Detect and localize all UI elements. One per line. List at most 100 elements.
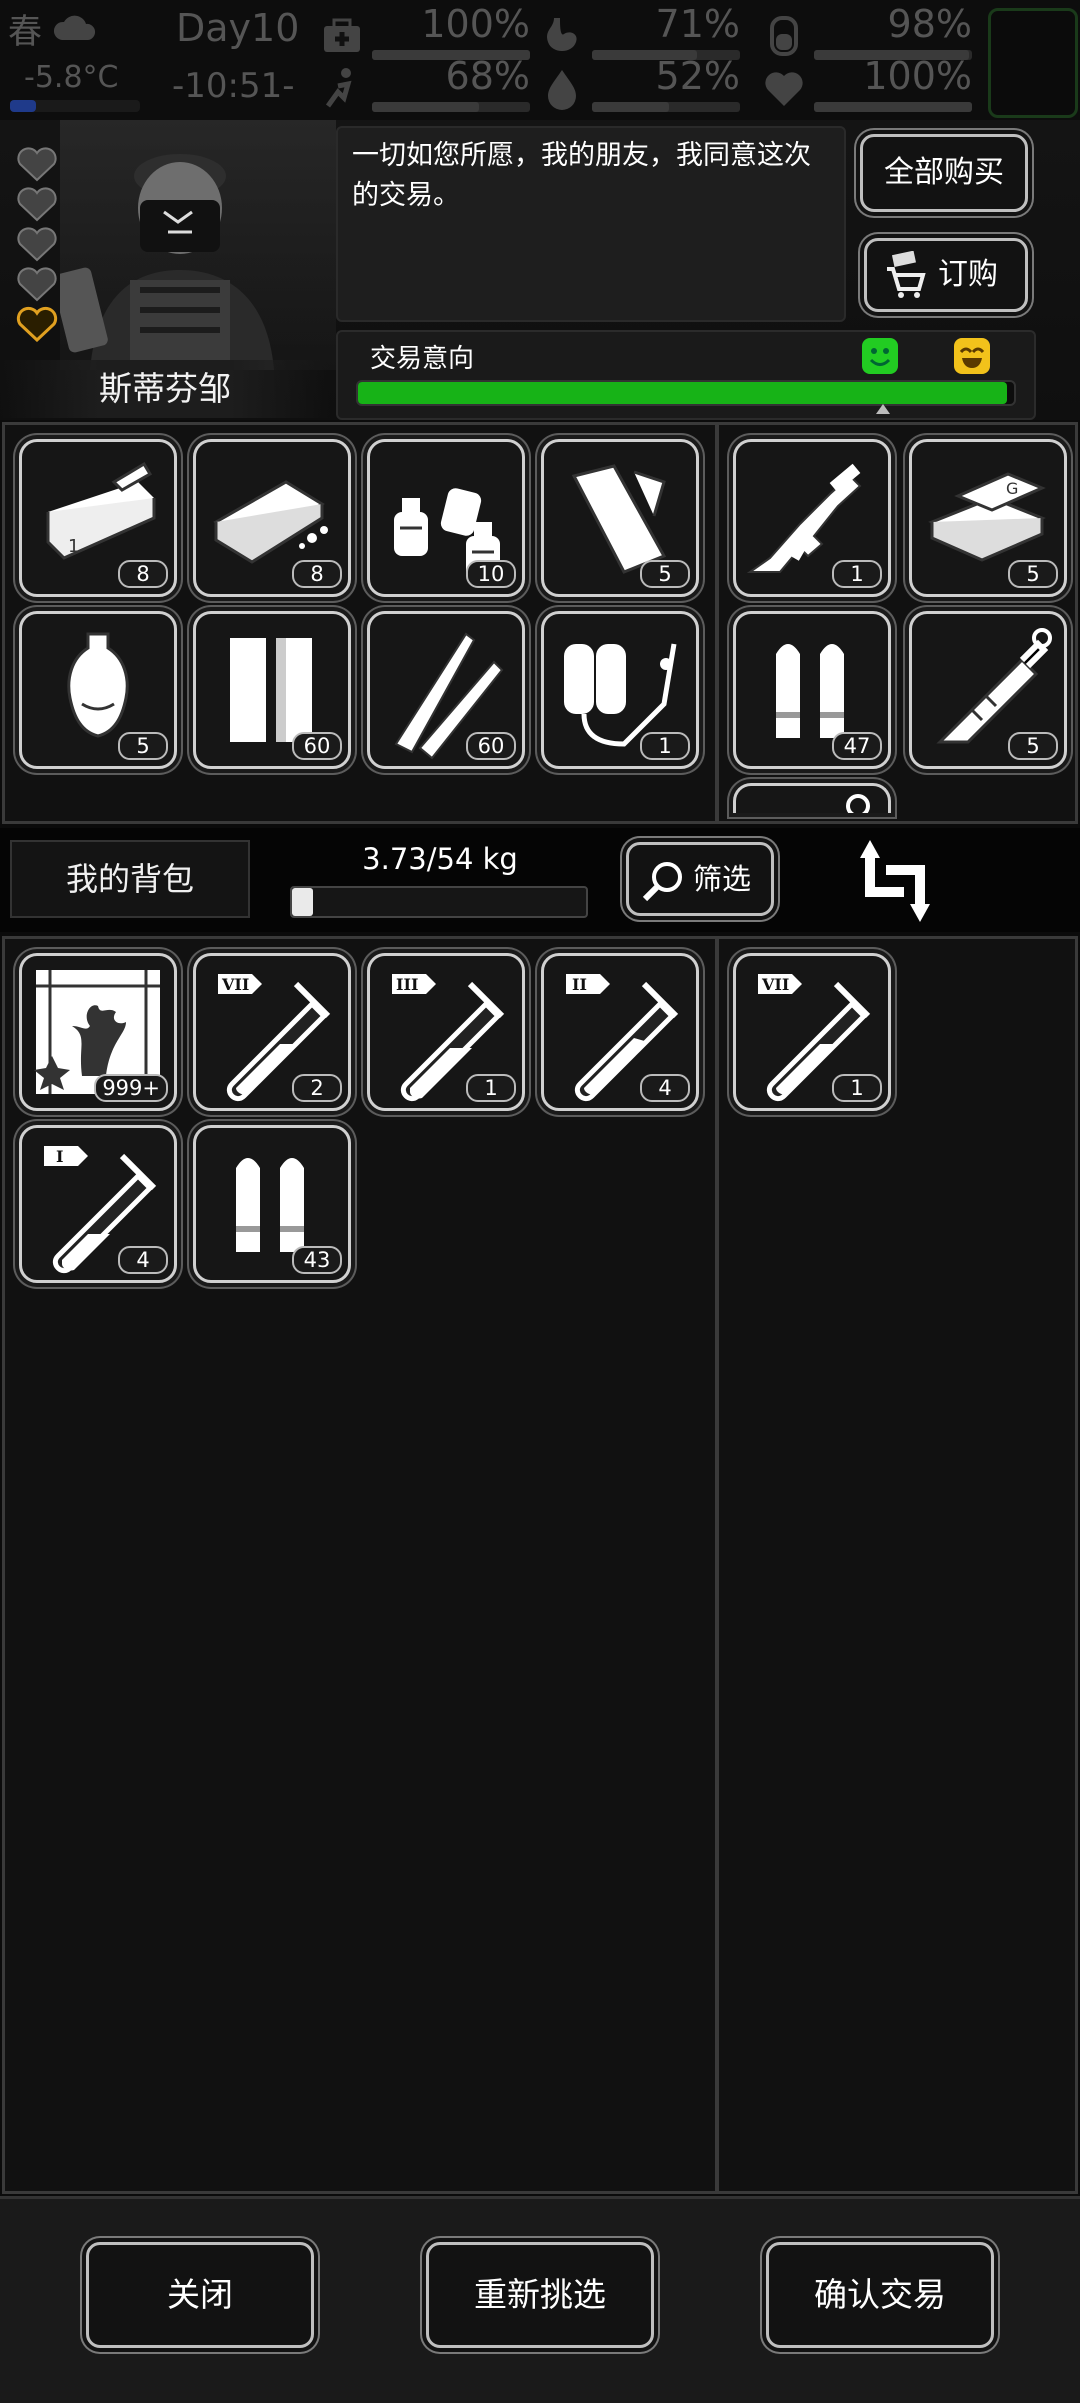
partial-item-icon (846, 794, 870, 813)
yellow-smiley-icon (954, 338, 990, 374)
water-drop-icon (548, 70, 576, 110)
heart-active-icon (16, 306, 58, 342)
offer-item-slot[interactable]: 5 (909, 611, 1067, 769)
intent-bar (356, 380, 1016, 406)
close-button[interactable]: 关闭 (86, 2242, 314, 2348)
bag-item-slot[interactable]: 43 (193, 1125, 351, 1283)
item-count: 47 (832, 732, 882, 760)
trader-dialog: 一切如您所愿，我的朋友，我同意这次的交易。 (336, 126, 846, 322)
offer-item-slot[interactable] (733, 783, 891, 813)
season-indicator: 春 (8, 4, 98, 54)
confirm-label: 确认交易 (814, 2275, 946, 2314)
my-offer-panel[interactable]: VII 1 (716, 936, 1078, 2194)
tier-label: VII (761, 975, 789, 994)
minimap-button[interactable] (988, 8, 1078, 118)
stat-value: 52% (655, 54, 740, 98)
heart-icon (17, 147, 57, 182)
tier-label: VII (221, 975, 249, 994)
item-count: 5 (640, 560, 690, 588)
bag-item-slot[interactable]: III 1 (367, 953, 525, 1111)
stat-value: 68% (445, 54, 530, 98)
trader-item-slot[interactable]: 60 (193, 611, 351, 769)
cloud-icon (53, 15, 96, 40)
item-count: 60 (466, 732, 516, 760)
buy-all-label: 全部购买 (884, 155, 1004, 190)
stat-thirst: 52% (540, 54, 740, 114)
cart-icon (887, 251, 926, 298)
item-count: 4 (118, 1246, 168, 1274)
svg-text:G: G (1006, 479, 1018, 498)
weight-label: 3.73/54 kg (362, 842, 518, 876)
bladder-icon (770, 16, 798, 56)
close-label: 关闭 (167, 2275, 233, 2314)
item-count: 999+ (94, 1074, 168, 1102)
item-count: 4 (640, 1074, 690, 1102)
item-count: 1 (466, 1074, 516, 1102)
swap-arrows-icon[interactable] (856, 836, 936, 926)
reselect-button[interactable]: 重新挑选 (426, 2242, 654, 2348)
tier-label: I (56, 1147, 63, 1166)
buy-all-button[interactable]: 全部购买 (860, 134, 1028, 212)
filter-label: 筛选 (692, 862, 751, 896)
item-count: 10 (466, 560, 516, 588)
heart-icon (17, 227, 57, 262)
heart-icon (765, 72, 803, 106)
trader-item-slot[interactable]: 1 (541, 611, 699, 769)
trader-portrait (60, 120, 336, 370)
trust-hearts (0, 144, 70, 374)
reselect-label: 重新挑选 (474, 2275, 606, 2314)
intent-label: 交易意向 (370, 344, 475, 374)
item-count: 5 (1008, 560, 1058, 588)
stat-mood: 100% (762, 54, 972, 114)
trader-item-slot[interactable]: 1 8 (19, 439, 177, 597)
stomach-icon (547, 18, 577, 51)
order-label: 订购 (938, 257, 998, 292)
time-label: -10:51- (172, 66, 295, 106)
weight-bar (290, 886, 588, 918)
tier-label: III (396, 975, 418, 994)
season-label: 春 (8, 12, 42, 52)
item-count: 5 (1008, 732, 1058, 760)
offer-item-slot[interactable]: VII 1 (733, 953, 891, 1111)
trader-inventory-panel[interactable]: 1 8 8 10 5 5 60 60 1 (2, 422, 718, 824)
item-count: 43 (292, 1246, 342, 1274)
intent-marker (876, 404, 890, 414)
stat-value: 98% (887, 2, 972, 46)
trader-item-slot[interactable]: 8 (193, 439, 351, 597)
bag-item-slot[interactable]: II 4 (541, 953, 699, 1111)
magnifier-icon (642, 862, 682, 902)
trader-offer-panel[interactable]: 1 G 5 47 5 (716, 422, 1078, 824)
bag-weight: 3.73/54 kg (290, 842, 590, 922)
trader-item-slot[interactable]: 10 (367, 439, 525, 597)
running-icon (325, 68, 352, 108)
stat-stamina: 68% (320, 54, 530, 114)
confirm-trade-button[interactable]: 确认交易 (766, 2242, 994, 2348)
trade-intent: 交易意向 (336, 330, 1036, 420)
stat-value: 71% (655, 2, 740, 46)
my-bag-tab[interactable]: 我的背包 (10, 840, 250, 918)
bag-item-slot[interactable]: VII 2 (193, 953, 351, 1111)
my-bag-panel[interactable]: 999+ VII 2 III 1 II 4 I 4 43 (2, 936, 718, 2194)
item-count: 2 (292, 1074, 342, 1102)
filter-button[interactable]: 筛选 (626, 842, 774, 916)
status-bar: 春 -5.8°C Day10 -10:51- 100% 71% 98% 68% … (0, 0, 1080, 120)
order-button[interactable]: 订购 (864, 238, 1028, 312)
bag-item-slot[interactable]: I 4 (19, 1125, 177, 1283)
stat-value: 100% (421, 2, 530, 46)
temperature: -5.8°C (24, 60, 119, 95)
trader-item-slot[interactable]: 60 (367, 611, 525, 769)
svg-text:1: 1 (68, 536, 79, 557)
heart-icon (17, 267, 57, 302)
bag-item-slot[interactable]: 999+ (19, 953, 177, 1111)
trader-item-slot[interactable]: 5 (541, 439, 699, 597)
item-count: 1 (832, 560, 882, 588)
stat-value: 100% (863, 54, 972, 98)
trader-item-slot[interactable]: 5 (19, 611, 177, 769)
item-count: 8 (118, 560, 168, 588)
offer-item-slot[interactable]: G 5 (909, 439, 1067, 597)
medkit-icon (324, 18, 360, 52)
offer-item-slot[interactable]: 1 (733, 439, 891, 597)
heart-icon (17, 187, 57, 222)
item-count: 5 (118, 732, 168, 760)
offer-item-slot[interactable]: 47 (733, 611, 891, 769)
